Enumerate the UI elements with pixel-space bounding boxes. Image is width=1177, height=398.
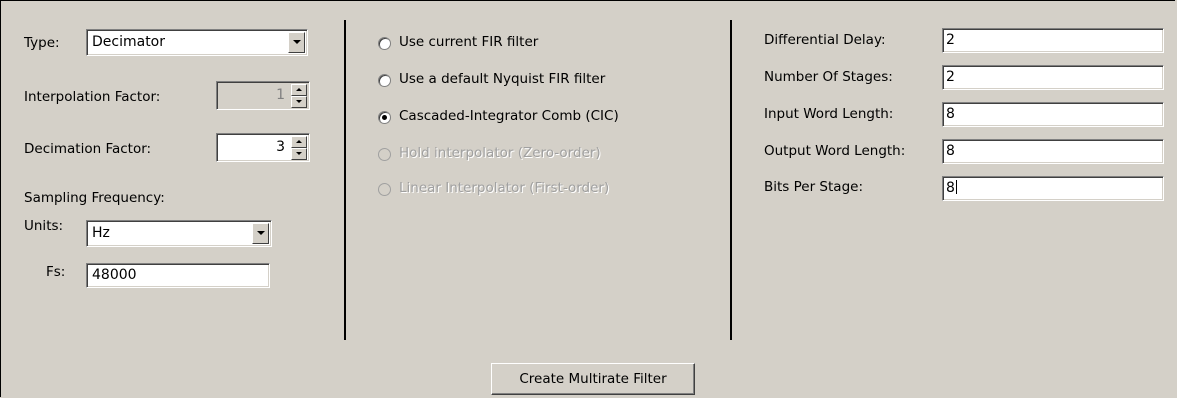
input-word-length-label: Input Word Length:	[764, 106, 894, 122]
decimation-factor-value: 3	[276, 139, 285, 155]
spinner-down-button[interactable]	[291, 148, 307, 160]
input-word-length-value: 8	[946, 106, 955, 122]
sampling-frequency-label: Sampling Frequency:	[24, 190, 165, 206]
fs-input[interactable]: 48000	[86, 263, 270, 288]
interpolation-factor-spinner[interactable]: 1	[216, 81, 310, 110]
output-word-length-value: 8	[946, 143, 955, 159]
spinner-down-button[interactable]	[291, 96, 307, 108]
differential-delay-input[interactable]: 2	[942, 28, 1164, 53]
output-word-length-label: Output Word Length:	[764, 143, 906, 159]
bits-per-stage-input[interactable]: 8	[942, 176, 1164, 201]
units-label: Units:	[24, 218, 64, 234]
number-of-stages-input[interactable]: 2	[942, 65, 1164, 90]
radio-cic[interactable]	[378, 111, 391, 124]
spinner-up-button[interactable]	[291, 84, 307, 96]
type-dropdown[interactable]: Decimator	[86, 29, 308, 56]
differential-delay-value: 2	[946, 32, 955, 48]
units-dropdown-button[interactable]	[252, 223, 269, 244]
radio-current-fir[interactable]	[378, 37, 391, 50]
radio-cic-label: Cascaded-Integrator Comb (CIC)	[399, 108, 619, 124]
fs-input-value: 48000	[92, 267, 137, 283]
radio-default-nyquist-label: Use a default Nyquist FIR filter	[399, 71, 606, 87]
decimation-factor-spinner[interactable]: 3	[216, 133, 310, 162]
input-word-length-input[interactable]: 8	[942, 102, 1164, 127]
decimation-factor-label: Decimation Factor:	[24, 141, 152, 157]
panel-divider	[344, 20, 346, 340]
units-dropdown-value: Hz	[92, 225, 110, 241]
radio-current-fir-label: Use current FIR filter	[399, 34, 539, 50]
fs-label: Fs:	[46, 264, 66, 280]
radio-selected-dot	[382, 115, 387, 120]
radio-linear-interpolator-label: Linear Interpolator (First-order)	[399, 180, 610, 196]
number-of-stages-label: Number Of Stages:	[764, 69, 893, 85]
type-dropdown-button[interactable]	[288, 32, 305, 53]
differential-delay-label: Differential Delay:	[764, 32, 886, 48]
text-caret	[955, 180, 957, 194]
interpolation-factor-label: Interpolation Factor:	[24, 89, 161, 105]
chevron-up-icon	[296, 140, 302, 143]
radio-hold-interpolator-label: Hold interpolator (Zero-order)	[399, 145, 601, 161]
interpolation-factor-value: 1	[276, 87, 285, 103]
bits-per-stage-label: Bits Per Stage:	[764, 179, 863, 195]
type-dropdown-value: Decimator	[92, 34, 166, 50]
spinner-up-button[interactable]	[291, 136, 307, 148]
chevron-down-icon	[296, 100, 302, 103]
radio-default-nyquist[interactable]	[378, 74, 391, 87]
chevron-down-icon	[293, 40, 301, 44]
create-multirate-filter-button[interactable]: Create Multirate Filter	[491, 363, 695, 395]
chevron-down-icon	[296, 152, 302, 155]
chevron-up-icon	[296, 88, 302, 91]
number-of-stages-value: 2	[946, 69, 955, 85]
panel-divider	[730, 20, 732, 340]
bits-per-stage-value: 8	[946, 180, 955, 196]
type-label: Type:	[24, 35, 60, 51]
units-dropdown[interactable]: Hz	[86, 220, 272, 247]
radio-linear-interpolator	[378, 183, 391, 196]
output-word-length-input[interactable]: 8	[942, 139, 1164, 164]
chevron-down-icon	[257, 231, 265, 235]
radio-hold-interpolator	[378, 148, 391, 161]
